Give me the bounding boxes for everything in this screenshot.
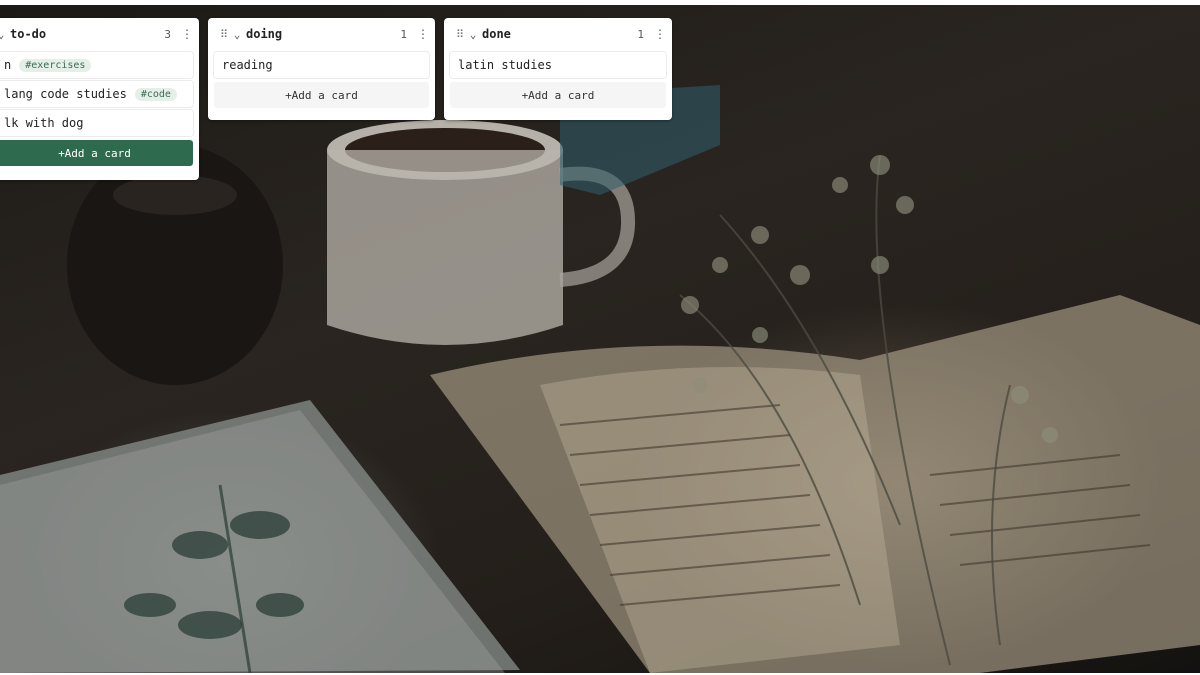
card-tag[interactable]: #code: [134, 87, 177, 101]
kebab-menu-icon[interactable]: ⋮: [654, 27, 666, 41]
list-title[interactable]: done: [482, 27, 637, 41]
list-title[interactable]: doing: [246, 27, 400, 41]
kebab-menu-icon[interactable]: ⋮: [181, 27, 193, 41]
card[interactable]: n #exercises: [0, 52, 193, 78]
chevron-down-icon[interactable]: ⌄: [466, 28, 480, 41]
list-doing: ⠿ ⌄ doing 1 ⋮ reading +Add a card: [208, 18, 435, 120]
chevron-down-icon[interactable]: ⌄: [0, 28, 8, 41]
list-header: ⠿ ⌄ done 1 ⋮: [444, 18, 672, 50]
card-text: lang code studies: [4, 87, 127, 101]
card[interactable]: lang code studies #code: [0, 81, 193, 107]
card-tag[interactable]: #exercises: [19, 58, 92, 72]
card-text: reading: [222, 58, 273, 72]
kebab-menu-icon[interactable]: ⋮: [417, 27, 429, 41]
list-header: ⌄ to-do 3 ⋮: [0, 18, 199, 50]
card[interactable]: lk with dog: [0, 110, 193, 136]
card-list: reading +Add a card: [208, 50, 435, 114]
add-card-button[interactable]: +Add a card: [214, 82, 429, 108]
card-text: n: [4, 58, 12, 72]
card[interactable]: latin studies: [450, 52, 666, 78]
card-count: 1: [637, 27, 644, 41]
chevron-down-icon[interactable]: ⌄: [230, 28, 244, 41]
card-list: latin studies +Add a card: [444, 50, 672, 114]
card-list: n #exercises lang code studies #code lk …: [0, 50, 199, 172]
list-title[interactable]: to-do: [10, 27, 164, 41]
add-card-button[interactable]: +Add a card: [450, 82, 666, 108]
list-header: ⠿ ⌄ doing 1 ⋮: [208, 18, 435, 50]
card-count: 3: [164, 27, 171, 41]
card-text: latin studies: [458, 58, 552, 72]
drag-handle-icon[interactable]: ⠿: [216, 28, 230, 41]
drag-handle-icon[interactable]: ⠿: [452, 28, 466, 41]
card[interactable]: reading: [214, 52, 429, 78]
card-count: 1: [400, 27, 407, 41]
list-done: ⠿ ⌄ done 1 ⋮ latin studies +Add a card: [444, 18, 672, 120]
list-to-do: ⌄ to-do 3 ⋮ n #exercises lang code studi…: [0, 18, 199, 180]
card-text: lk with dog: [4, 116, 84, 130]
add-card-button[interactable]: +Add a card: [0, 140, 193, 166]
